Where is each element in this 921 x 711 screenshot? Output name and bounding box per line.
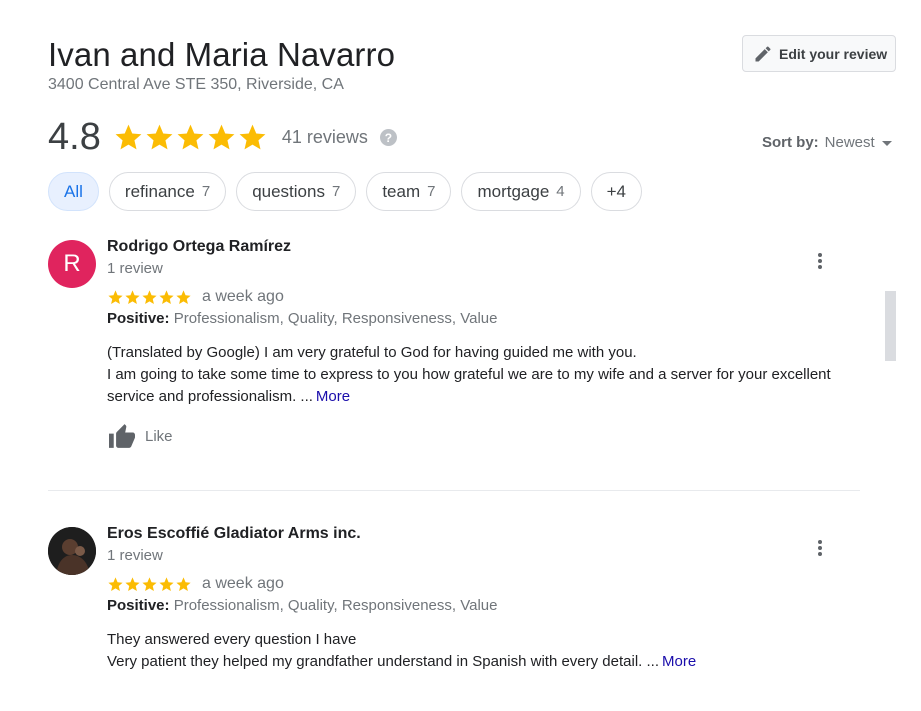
thumbs-up-icon [109, 424, 135, 448]
star-icon [159, 576, 174, 591]
more-link[interactable]: More [316, 388, 350, 405]
reviewer-name[interactable]: Eros Escoffié Gladiator Arms inc. [107, 524, 847, 544]
reviewer-review-count: 1 review [107, 547, 163, 564]
like-label: Like [145, 427, 173, 445]
star-icon [108, 289, 123, 304]
star-icon [115, 124, 142, 150]
star-icon [125, 289, 140, 304]
chip-label: All [64, 181, 83, 201]
reviewer-name[interactable]: Rodrigo Ortega Ramírez [107, 237, 847, 257]
review-count[interactable]: 41 reviews [282, 127, 368, 148]
review-item: R Rodrigo Ortega Ramírez 1 review a week… [48, 237, 860, 477]
avatar[interactable] [48, 527, 96, 575]
business-header: Ivan and Maria Navarro 3400 Central Ave … [48, 36, 395, 94]
review-text: They answered every question I have Very… [107, 629, 847, 673]
review-text-line: I am going to take some time to express … [107, 366, 831, 405]
rating-summary: 4.8 41 reviews ? [48, 116, 397, 159]
pencil-icon [755, 45, 771, 61]
sort-value: Newest [824, 134, 875, 151]
star-icon [159, 289, 174, 304]
star-icon [146, 124, 173, 150]
more-link[interactable]: More [662, 653, 696, 670]
positive-label: Positive: [107, 310, 170, 327]
reviewer-review-count: 1 review [107, 260, 163, 277]
chip-count: 7 [427, 183, 436, 200]
star-icon [125, 576, 140, 591]
chip-mortgage[interactable]: mortgage 4 [461, 172, 581, 211]
chip-label: team [382, 181, 421, 201]
review-text-line: (Translated by Google) I am very gratefu… [107, 344, 637, 361]
chip-refinance[interactable]: refinance 7 [108, 172, 227, 211]
chip-count: 7 [331, 183, 341, 200]
chip-label: refinance [124, 181, 195, 201]
chip-questions[interactable]: questions 7 [236, 172, 357, 211]
positive-label: Positive: [107, 597, 170, 614]
positive-values: Professionalism, Quality, Responsiveness… [173, 597, 498, 614]
edit-review-button[interactable]: Edit your review [742, 35, 896, 72]
chip-label: questions [252, 181, 325, 201]
review-item: Eros Escoffié Gladiator Arms inc. 1 revi… [48, 524, 860, 704]
avatar-photo [48, 527, 96, 575]
edit-review-label: Edit your review [779, 45, 888, 62]
sort-dropdown[interactable]: Sort by: Newest [762, 134, 892, 151]
star-icon [177, 124, 204, 150]
help-icon[interactable]: ? [379, 129, 397, 146]
chip-count: 7 [201, 183, 211, 200]
review-positive-attributes: Positive: Professionalism, Quality, Resp… [107, 597, 847, 614]
business-name: Ivan and Maria Navarro [48, 36, 396, 73]
positive-values: Professionalism, Quality, Responsiveness… [173, 310, 498, 327]
chip-label: +4 [606, 181, 627, 201]
topic-filter-chips: All refinance 7 questions 7 team 7 mortg… [48, 172, 652, 211]
review-divider [48, 490, 860, 491]
star-icon [208, 124, 235, 150]
review-time: a week ago [202, 575, 284, 592]
more-options-icon[interactable] [810, 536, 830, 560]
scrollbar-thumb[interactable] [885, 291, 896, 361]
chip-count: 4 [556, 183, 565, 200]
star-icon [239, 124, 266, 150]
star-icon [176, 289, 191, 304]
chip-more[interactable]: +4 [590, 172, 643, 211]
avatar[interactable]: R [48, 240, 96, 288]
average-rating: 4.8 [48, 116, 101, 158]
chip-team[interactable]: team 7 [366, 172, 452, 211]
business-address: 3400 Central Ave STE 350, Riverside, CA [48, 76, 344, 93]
star-icon [142, 289, 157, 304]
star-icon [176, 576, 191, 591]
review-text-line: Very patient they helped my grandfather … [107, 653, 659, 670]
more-options-icon[interactable] [810, 249, 830, 273]
chip-label: mortgage [477, 181, 550, 201]
review-text-line: They answered every question I have [107, 631, 357, 648]
review-time: a week ago [202, 288, 284, 305]
sort-label: Sort by: [762, 134, 819, 151]
chevron-down-icon [881, 141, 892, 146]
star-icon [108, 576, 123, 591]
chip-all[interactable]: All [48, 172, 99, 211]
like-button[interactable]: Like [107, 423, 847, 449]
review-stars [107, 289, 192, 306]
review-text: (Translated by Google) I am very gratefu… [107, 342, 847, 408]
rating-stars [113, 122, 268, 153]
review-positive-attributes: Positive: Professionalism, Quality, Resp… [107, 310, 847, 327]
review-stars [107, 576, 192, 593]
star-icon [142, 576, 157, 591]
